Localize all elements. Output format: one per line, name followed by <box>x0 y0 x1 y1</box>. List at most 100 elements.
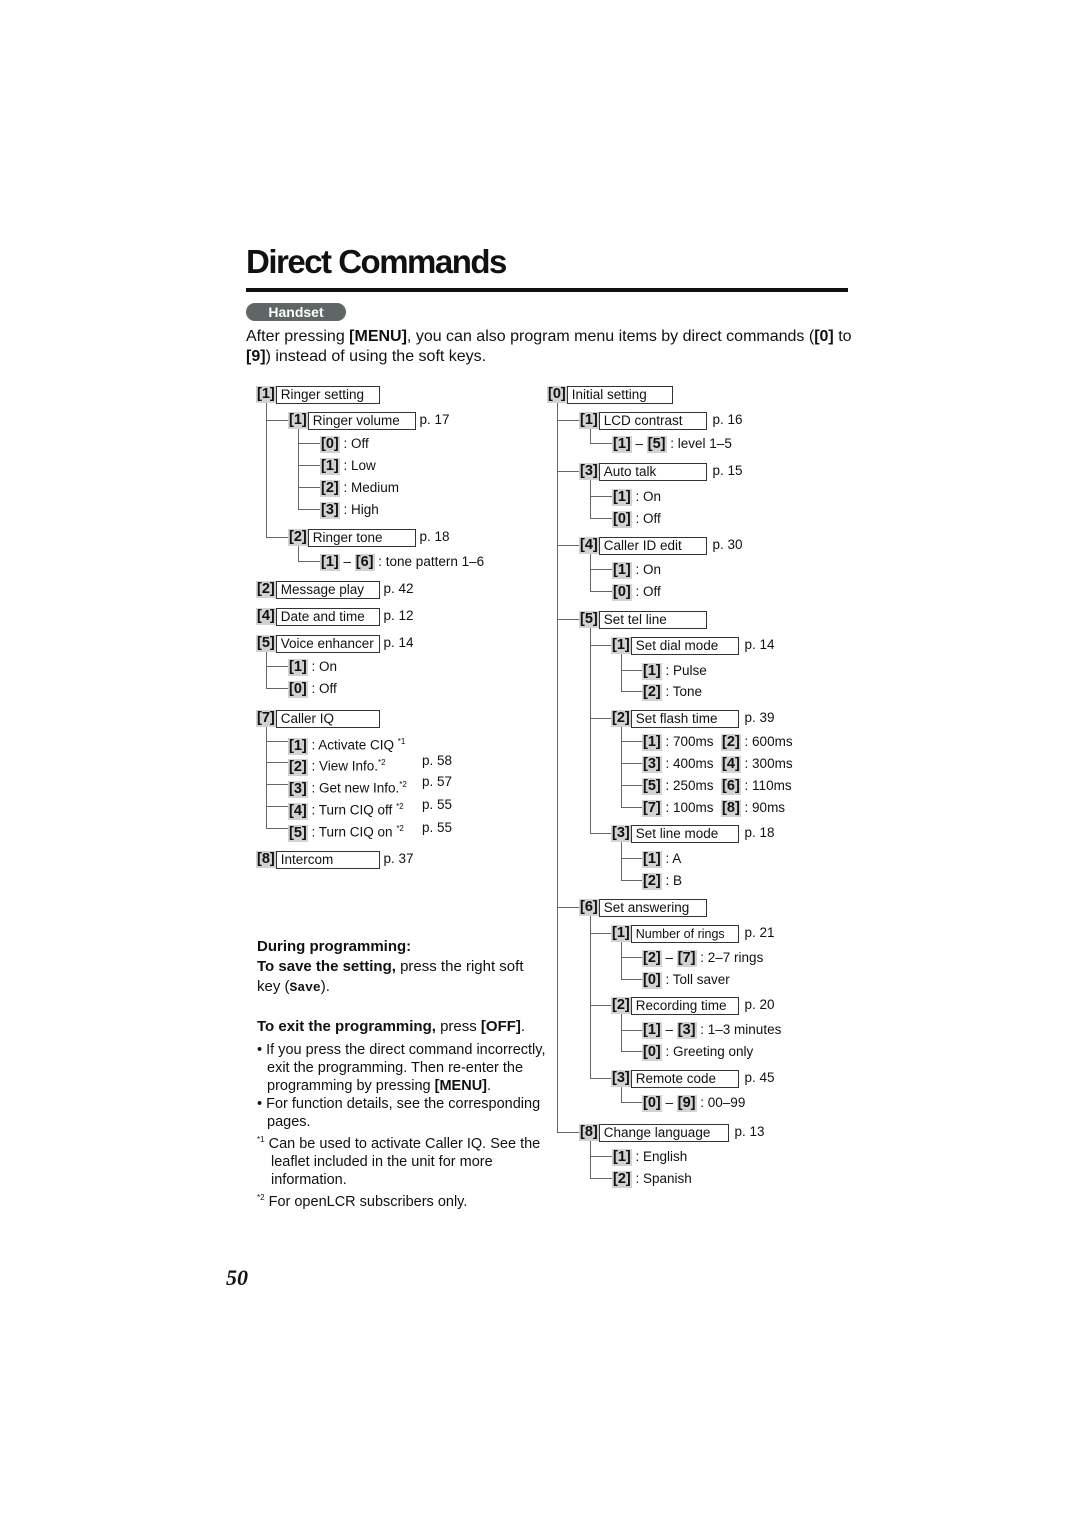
tree-line <box>621 741 642 742</box>
option: [4] : Turn CIQ off *2 <box>288 802 404 820</box>
page-ref: p. 55 <box>422 820 453 835</box>
option: [2] : Medium <box>320 480 400 497</box>
option: [1] : On <box>612 562 662 579</box>
tree-line <box>590 443 612 444</box>
tree-line <box>590 1156 612 1157</box>
page-ref: p. 55 <box>422 797 453 812</box>
menu-auto-talk: [3] Auto talk p. 15 <box>579 463 743 481</box>
tree-line <box>266 688 288 689</box>
option: [3] : High <box>320 502 379 519</box>
bullet-note: • For function details, see the correspo… <box>257 1096 541 1130</box>
menu-intercom: [8] Intercom p. 37 <box>256 851 414 869</box>
option-pair: [5] : 250ms [6] : 110ms <box>642 778 792 795</box>
tree-line <box>298 546 299 561</box>
menu-set-dial-mode: [1] Set dial mode p. 14 <box>611 637 775 655</box>
option: [0] : Off <box>612 511 661 528</box>
tree-line <box>298 465 320 466</box>
menu-date-time: [4] Date and time p. 12 <box>256 608 414 626</box>
tree-line <box>557 420 579 421</box>
tree-line <box>298 509 320 510</box>
menu-ringer-volume: [1] Ringer volume p. 17 <box>288 412 450 430</box>
menu-recording-time: [2] Recording time p. 20 <box>611 997 775 1015</box>
option-range: [1] – [5] : level 1–5 <box>612 436 732 453</box>
menu-change-language: [8] Change language p. 13 <box>579 1124 765 1142</box>
tree-line <box>266 806 288 807</box>
option: [1] : Pulse <box>642 663 707 680</box>
footnote-1: *1 Can be used to activate Caller IQ. Se… <box>257 1135 541 1188</box>
exit-instruction: To exit the programming, press [OFF]. <box>257 1018 526 1035</box>
menu-remote-code: [3] Remote code p. 45 <box>611 1070 775 1088</box>
tree-line <box>621 1030 642 1031</box>
menu-label: Ringer volume <box>307 412 416 430</box>
option: [1] : On <box>612 489 662 506</box>
option: [0] : Off <box>288 681 337 698</box>
key-badge: [1] <box>256 386 276 403</box>
intro-paragraph: After pressing [MENU], you can also prog… <box>246 328 852 365</box>
tree-line <box>298 487 320 488</box>
menu-lcd-contrast: [1] LCD contrast p. 16 <box>579 412 743 430</box>
tree-line <box>590 833 612 834</box>
menu-ringer-tone: [2] Ringer tone p. 18 <box>288 529 450 547</box>
tree-line <box>621 785 642 786</box>
menu-ringer-setting: [1] Ringer setting <box>256 386 380 404</box>
option: [0] : Toll saver <box>642 972 730 989</box>
menu-caller-id-edit: [4] Caller ID edit p. 30 <box>579 537 743 555</box>
page-title: Direct Commands <box>246 243 507 280</box>
menu-initial-setting: [0] Initial setting <box>547 386 673 404</box>
menu-set-line-mode: [3] Set line mode p. 18 <box>611 825 775 843</box>
tree-line <box>590 591 612 592</box>
tree-line <box>621 670 642 671</box>
tree-line <box>621 1102 642 1103</box>
menu-number-of-rings: [1] Number of rings p. 21 <box>611 925 775 943</box>
menu-voice-enhancer: [5] Voice enhancer p. 14 <box>256 635 414 653</box>
section-badge: Handset <box>246 303 346 321</box>
option-pair: [7] : 100ms [8] : 90ms <box>642 800 786 817</box>
option-range: [0] – [9] : 00–99 <box>642 1095 746 1112</box>
tree-line <box>621 957 642 958</box>
notes-heading: During programming: <box>257 938 412 955</box>
tree-line <box>557 619 579 620</box>
tree-line <box>590 628 591 833</box>
tree-line <box>590 1078 612 1079</box>
footnote-2: *2 For openLCR subscribers only. <box>257 1192 468 1210</box>
tree-line <box>590 645 612 646</box>
option: [0] : Off <box>612 584 661 601</box>
option: [1] : A <box>642 851 682 868</box>
tree-line <box>621 1051 642 1052</box>
tree-line <box>590 480 591 518</box>
tree-line <box>590 916 591 1078</box>
option: [0] : Off <box>320 436 369 453</box>
option: [1] : Activate CIQ *1 <box>288 737 406 755</box>
tree-line <box>590 569 612 570</box>
key-badge: [2] <box>288 529 308 546</box>
tree-line <box>590 518 612 519</box>
tree-line <box>266 784 288 785</box>
tree-line <box>266 762 288 763</box>
tree-line <box>266 652 267 688</box>
option: [2] : View Info.*2 <box>288 758 386 776</box>
tree-line <box>298 429 299 509</box>
tree-line <box>557 1132 579 1133</box>
tree-line <box>590 554 591 591</box>
page-ref: p. 58 <box>422 753 453 768</box>
menu-set-answering: [6] Set answering <box>579 899 707 917</box>
tree-line <box>621 842 622 880</box>
title-rule <box>246 288 848 292</box>
menu-label: Ringer setting <box>275 386 380 404</box>
option: [2] : B <box>642 873 683 890</box>
tree-line <box>590 1141 591 1178</box>
tree-line <box>621 727 622 807</box>
tree-line <box>266 666 288 667</box>
tree-line <box>557 471 579 472</box>
save-instruction: To save the setting, press the right sof… <box>257 958 524 995</box>
tree-line <box>557 402 558 1132</box>
option-pair: [1] : 700ms [2] : 600ms <box>642 734 793 751</box>
option: [1] : Low <box>320 458 376 475</box>
tree-line <box>621 763 642 764</box>
tree-line <box>621 1087 622 1102</box>
tree-line <box>621 654 622 691</box>
tree-line <box>590 429 591 443</box>
menu-message-play: [2] Message play p. 42 <box>256 581 414 599</box>
tree-line <box>298 561 320 562</box>
tree-line <box>621 858 642 859</box>
